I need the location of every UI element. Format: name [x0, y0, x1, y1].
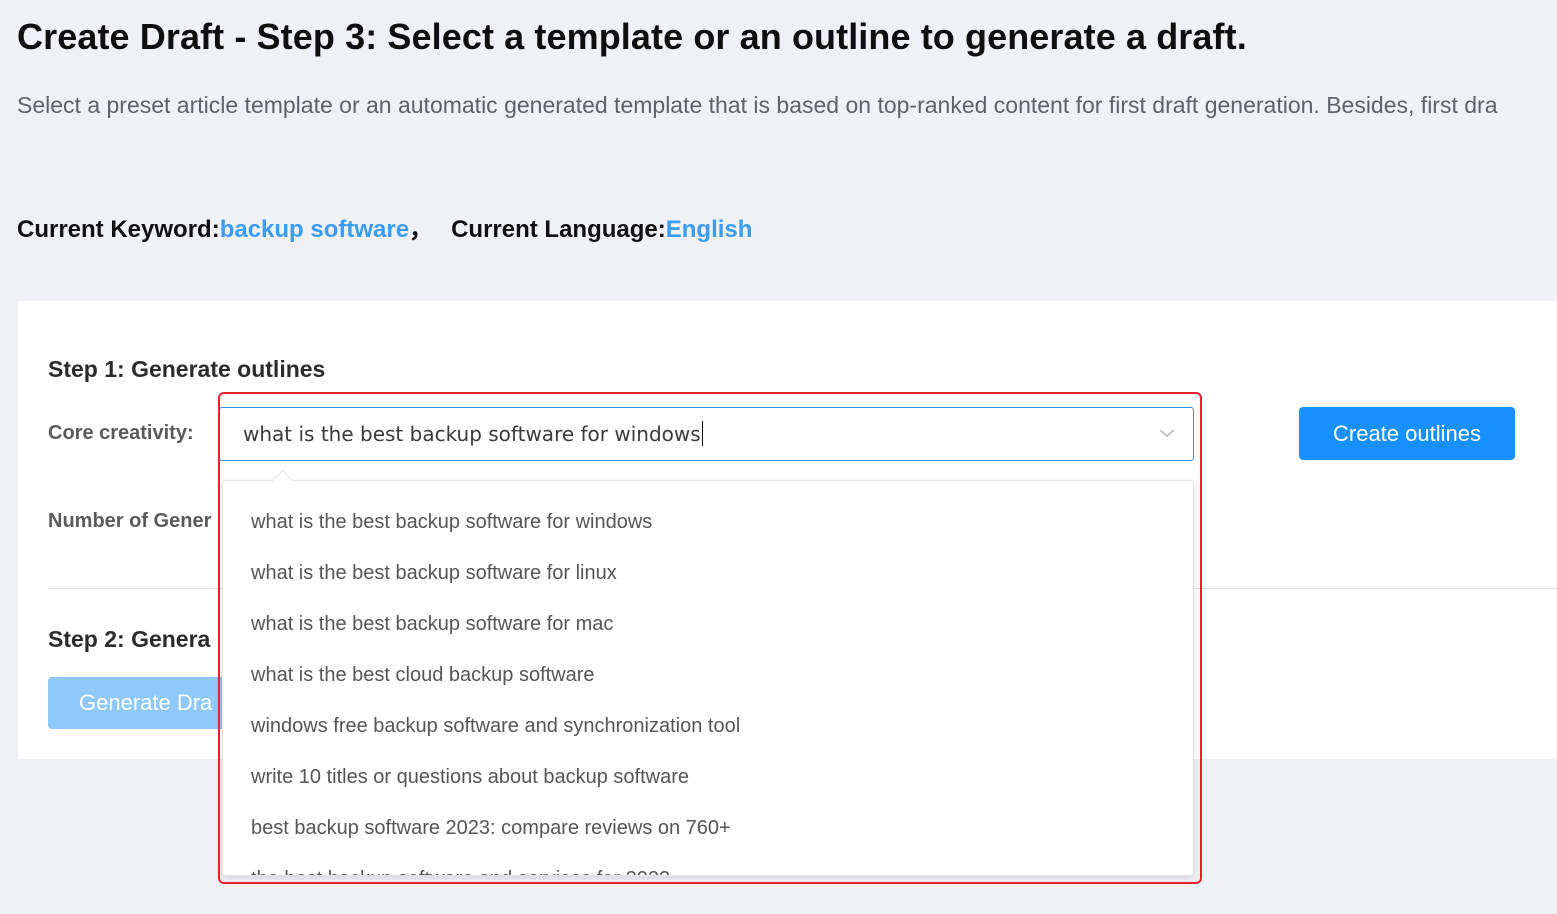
step1-title: Step 1: Generate outlines [48, 356, 326, 382]
dropdown-option[interactable]: what is the best backup software for win… [251, 511, 652, 534]
dropdown-option[interactable]: what is the best backup software for mac [251, 613, 613, 636]
meta-separator: ， [409, 216, 434, 243]
page-title: Create Draft - Step 3: Select a template… [17, 16, 1247, 57]
dropdown-option[interactable]: the best backup software and services fo… [251, 868, 670, 875]
number-of-generations-label: Number of Gener [48, 510, 212, 532]
current-keyword-language: Current Keyword:backup software， Current … [17, 209, 752, 244]
page: Create Draft - Step 3: Select a template… [0, 0, 1557, 914]
core-creativity-input[interactable]: what is the best backup software for win… [243, 421, 703, 446]
language-label: Current Language: [451, 216, 666, 243]
keyword-value[interactable]: backup software [220, 216, 409, 243]
dropdown-option[interactable]: best backup software 2023: compare revie… [251, 817, 731, 840]
language-value[interactable]: English [666, 216, 753, 243]
dropdown-option[interactable]: write 10 titles or questions about backu… [251, 766, 689, 789]
core-creativity-select[interactable]: what is the best backup software for win… [219, 407, 1194, 461]
create-outlines-button[interactable]: Create outlines [1299, 407, 1515, 460]
core-creativity-value: what is the best backup software for win… [243, 422, 701, 446]
chevron-down-icon[interactable] [1158, 424, 1176, 442]
generate-draft-button[interactable]: Generate Dra [48, 677, 248, 729]
core-creativity-label: Core creativity: [48, 422, 194, 444]
step2-title: Step 2: Genera [48, 626, 211, 652]
dropdown-option[interactable]: what is the best backup software for lin… [251, 562, 617, 585]
dropdown-option[interactable]: windows free backup software and synchro… [251, 715, 740, 738]
keyword-label: Current Keyword: [17, 216, 220, 243]
page-description: Select a preset article template or an a… [17, 92, 1498, 118]
suggestion-dropdown: what is the best backup software for win… [222, 480, 1194, 876]
text-caret [701, 421, 703, 446]
dropdown-option[interactable]: what is the best cloud backup software [251, 664, 595, 687]
